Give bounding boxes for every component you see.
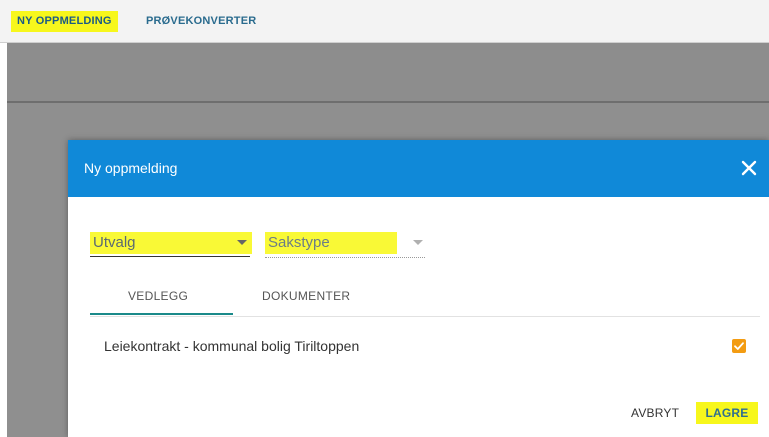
tab-provekonverter[interactable]: PRØVEKONVERTER (146, 11, 256, 32)
backdrop-toolbar (7, 43, 769, 103)
sakstype-select[interactable]: Sakstype (265, 232, 425, 258)
attachment-checkbox[interactable] (732, 339, 746, 353)
save-button[interactable]: LAGRE (696, 402, 758, 424)
dialog-header: Ny oppmelding (68, 140, 769, 197)
active-tab-indicator (90, 313, 233, 315)
tab-ny-oppmelding[interactable]: NY OPPMELDING (11, 11, 118, 32)
utvalg-select-underline (90, 256, 250, 257)
chevron-down-icon (237, 240, 247, 245)
cancel-button[interactable]: AVBRYT (631, 402, 679, 424)
top-navigation: NY OPPMELDING PRØVEKONVERTER (0, 0, 769, 43)
new-registration-dialog: Ny oppmelding Utvalg Sakstype VEDLEGG DO… (68, 140, 769, 437)
chevron-down-icon (413, 240, 423, 245)
sakstype-select-underline (265, 257, 425, 258)
tab-dokumenter[interactable]: DOKUMENTER (262, 289, 350, 303)
utvalg-select-label: Utvalg (90, 232, 252, 254)
close-icon[interactable] (739, 158, 759, 178)
dialog-title: Ny oppmelding (84, 160, 178, 176)
sakstype-select-label: Sakstype (265, 232, 397, 254)
tab-vedlegg[interactable]: VEDLEGG (128, 289, 188, 303)
check-icon (734, 342, 744, 350)
attachment-label: Leiekontrakt - kommunal bolig Tiriltoppe… (104, 338, 360, 354)
utvalg-select[interactable]: Utvalg (90, 232, 252, 257)
tab-divider (90, 316, 760, 317)
